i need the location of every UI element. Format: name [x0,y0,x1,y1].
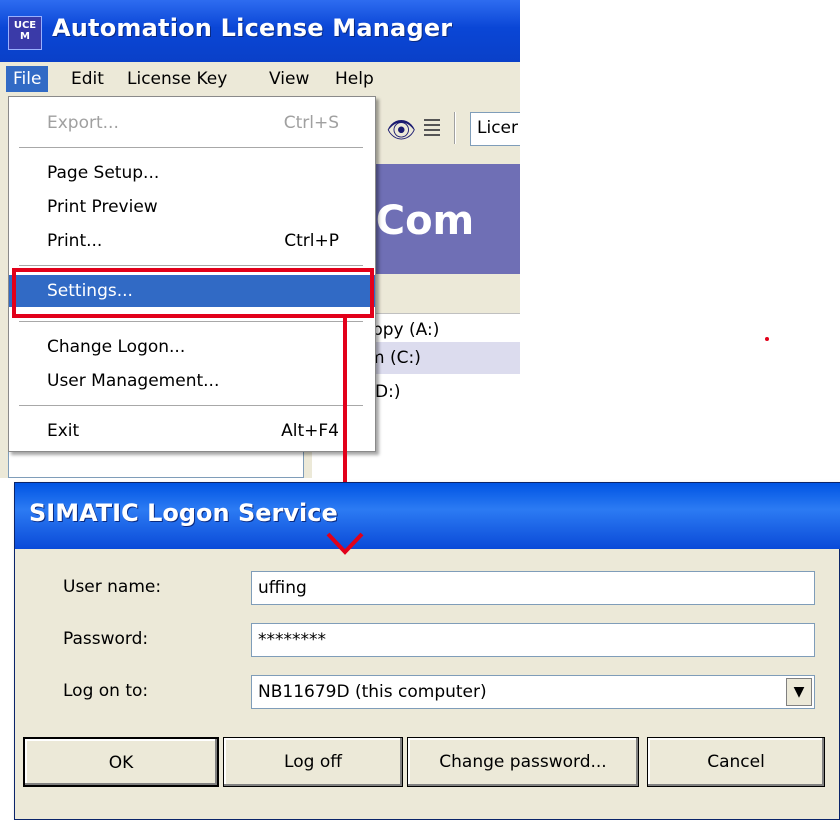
menu-view[interactable]: View [262,66,316,92]
dialog-titlebar[interactable]: SIMATIC Logon Service [15,483,840,549]
logon-to-select[interactable]: NB11679D (this computer) ▼ [251,675,815,709]
change-password-button[interactable]: Change password... [407,737,639,787]
menubar: File Edit License Key View Help [0,62,520,96]
menu-item-print[interactable]: Print... Ctrl+P [9,225,375,257]
menu-separator [19,265,363,266]
menu-item-shortcut: Ctrl+P [284,231,339,251]
cancel-button[interactable]: Cancel [647,737,825,787]
toolbar-separator [454,112,456,144]
logon-to-value: NB11679D (this computer) [258,682,487,702]
menu-item-user-management[interactable]: User Management... [9,365,375,397]
binoculars-icon[interactable]: 👁 [386,116,416,144]
password-label: Password: [63,629,149,649]
annotation-dot [765,337,769,341]
menu-item-shortcut: Alt+F4 [281,421,339,441]
menu-item-page-setup[interactable]: Page Setup... [9,157,375,189]
license-combo[interactable]: Licer [470,112,520,146]
annotation-arrow-head [326,532,364,555]
log-off-button[interactable]: Log off [223,737,403,787]
menu-item-change-logon[interactable]: Change Logon... [9,331,375,363]
settings-highlight-annotation [12,268,374,318]
menu-edit[interactable]: Edit [64,66,111,92]
menu-item-label: Export... [47,113,119,133]
password-field[interactable]: ******** [251,623,815,657]
logon-to-label: Log on to: [63,681,149,701]
menu-item-label: Exit [47,421,80,441]
alm-titlebar[interactable]: UCE M Automation License Manager [0,0,520,62]
menu-item-label: Print... [47,231,103,251]
simatic-logon-dialog: SIMATIC Logon Service User name: uffing … [14,482,840,820]
menu-item-print-preview[interactable]: Print Preview [9,191,375,223]
menu-separator [19,147,363,148]
ok-button[interactable]: OK [23,737,219,787]
dropdown-arrow-icon[interactable]: ▼ [786,678,812,706]
username-field[interactable]: uffing [251,571,815,605]
username-label: User name: [63,577,162,597]
menu-item-export[interactable]: Export... Ctrl+S [9,107,375,139]
menu-item-label: User Management... [47,371,220,391]
menu-help[interactable]: Help [328,66,381,92]
menu-item-label: Page Setup... [47,163,160,183]
menu-separator [19,405,363,406]
alm-title: Automation License Manager [52,14,453,42]
alm-app-icon: UCE M [8,16,42,50]
menu-file[interactable]: File [6,66,49,92]
menu-item-shortcut: Ctrl+S [283,113,339,133]
menu-item-exit[interactable]: Exit Alt+F4 [9,415,375,447]
menu-separator [19,321,363,322]
menu-license-key[interactable]: License Key [120,66,234,92]
list-view-icon[interactable] [424,116,440,138]
menu-item-label: Print Preview [47,197,158,217]
dialog-title: SIMATIC Logon Service [29,499,338,527]
menu-item-label: Change Logon... [47,337,186,357]
